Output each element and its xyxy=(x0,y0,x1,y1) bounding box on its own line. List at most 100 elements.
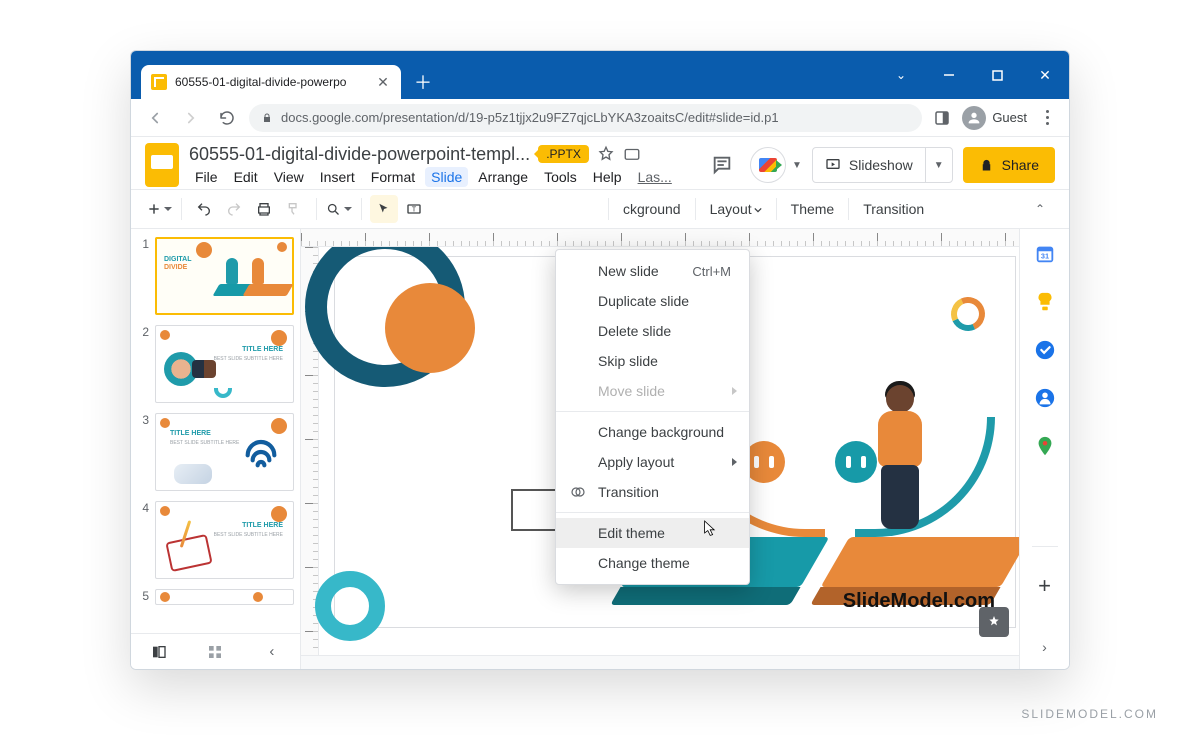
reload-button[interactable] xyxy=(213,104,241,132)
slide-context-menu: New slideCtrl+M Duplicate slide Delete s… xyxy=(555,249,750,585)
side-rail: 31 + › xyxy=(1019,229,1069,669)
cursor-icon xyxy=(703,519,719,539)
slides-logo[interactable] xyxy=(145,143,179,187)
comments-button[interactable] xyxy=(704,147,740,183)
addons-button[interactable]: + xyxy=(1038,573,1051,599)
side-rail-collapse[interactable]: › xyxy=(1042,639,1047,655)
menu-arrange[interactable]: Arrange xyxy=(472,167,534,187)
document-title[interactable]: 60555-01-digital-divide-powerpoint-templ… xyxy=(189,144,530,165)
window-maximize-button[interactable] xyxy=(973,51,1021,99)
menu-move-slide: Move slide xyxy=(556,376,749,406)
menu-edit-theme[interactable]: Edit theme xyxy=(556,518,749,548)
menu-help[interactable]: Help xyxy=(587,167,628,187)
slide-thumb-2[interactable]: 2 TITLE HERE BEST SLIDE SUBTITLE HERE xyxy=(137,325,294,403)
share-button[interactable]: Share xyxy=(963,147,1055,183)
avatar-icon xyxy=(962,106,986,130)
move-icon[interactable] xyxy=(623,145,641,163)
calendar-icon[interactable]: 31 xyxy=(1034,243,1056,265)
window-minimize-button[interactable] xyxy=(925,51,973,99)
toolbar-background[interactable]: ckground xyxy=(617,201,687,217)
new-tab-button[interactable]: ＋ xyxy=(409,68,437,96)
url-text: docs.google.com/presentation/d/19-p5z1tj… xyxy=(281,110,779,125)
textbox-tool[interactable]: T xyxy=(400,195,428,223)
star-icon[interactable] xyxy=(597,145,615,163)
contacts-icon[interactable] xyxy=(1034,387,1056,409)
menu-view[interactable]: View xyxy=(268,167,310,187)
profile-button[interactable]: Guest xyxy=(962,106,1027,130)
menu-insert[interactable]: Insert xyxy=(314,167,361,187)
tasks-icon[interactable] xyxy=(1034,339,1056,361)
menu-edit[interactable]: Edit xyxy=(228,167,264,187)
forward-button[interactable] xyxy=(177,104,205,132)
menu-transition[interactable]: Transition xyxy=(556,477,749,507)
tab-title: 60555-01-digital-divide-powerpo xyxy=(175,75,346,89)
lock-icon xyxy=(261,112,273,124)
thumbnail-panel: 1 DIGITAL DIVIDE xyxy=(131,229,301,669)
select-tool[interactable] xyxy=(370,195,398,223)
slide-thumb-4[interactable]: 4 TITLE HERE BEST SLIDE SUBTITLE HERE xyxy=(137,501,294,579)
new-slide-tool[interactable] xyxy=(145,195,173,223)
explore-button[interactable] xyxy=(979,607,1009,637)
menu-skip-slide[interactable]: Skip slide xyxy=(556,346,749,376)
print-tool[interactable] xyxy=(250,195,278,223)
redo-tool[interactable] xyxy=(220,195,248,223)
menubar: File Edit View Insert Format Slide Arran… xyxy=(189,167,694,187)
menu-last-edit[interactable]: Las... xyxy=(632,167,678,187)
tab-search-button[interactable]: ⌄ xyxy=(877,51,925,99)
meet-caret-icon[interactable]: ▼ xyxy=(792,160,802,171)
maps-icon[interactable] xyxy=(1034,435,1056,457)
slideshow-button[interactable]: Slideshow ▼ xyxy=(812,147,953,183)
present-icon xyxy=(825,157,841,173)
browser-window: 60555-01-digital-divide-powerpo ✕ ＋ ⌄ ✕ … xyxy=(130,50,1070,670)
chrome-menu-button[interactable] xyxy=(1035,106,1059,130)
thumbnail-footer: ‹ xyxy=(131,633,300,669)
slides-favicon xyxy=(151,74,167,90)
toolbar-theme[interactable]: Theme xyxy=(785,201,841,217)
url-field[interactable]: docs.google.com/presentation/d/19-p5z1tj… xyxy=(249,104,922,132)
undo-tool[interactable] xyxy=(190,195,218,223)
paint-format-tool[interactable] xyxy=(280,195,308,223)
menu-delete-slide[interactable]: Delete slide xyxy=(556,316,749,346)
app-header: 60555-01-digital-divide-powerpoint-templ… xyxy=(131,137,1069,189)
svg-text:T: T xyxy=(412,205,417,214)
menu-change-theme[interactable]: Change theme xyxy=(556,548,749,578)
menu-apply-layout[interactable]: Apply layout xyxy=(556,447,749,477)
meet-button[interactable] xyxy=(750,147,786,183)
menu-duplicate-slide[interactable]: Duplicate slide xyxy=(556,286,749,316)
share-label: Share xyxy=(1002,157,1039,173)
grid-view-button[interactable] xyxy=(200,637,230,667)
reading-list-button[interactable] xyxy=(930,106,954,130)
address-bar: docs.google.com/presentation/d/19-p5z1tj… xyxy=(131,99,1069,137)
guest-label: Guest xyxy=(992,110,1027,125)
slide-thumb-5[interactable]: 5 xyxy=(137,589,294,605)
horizontal-scrollbar[interactable] xyxy=(301,655,1019,669)
slide-thumb-3[interactable]: 3 TITLE HERE BEST SLIDE SUBTITLE HERE xyxy=(137,413,294,491)
sidebar-collapse-button[interactable]: ‹ xyxy=(257,637,287,667)
transition-icon xyxy=(570,484,586,500)
filmstrip-view-button[interactable] xyxy=(144,637,174,667)
menu-file[interactable]: File xyxy=(189,167,224,187)
slideshow-caret[interactable]: ▼ xyxy=(925,148,952,182)
menu-tools[interactable]: Tools xyxy=(538,167,583,187)
tab-close-button[interactable]: ✕ xyxy=(375,74,391,90)
page-watermark: SLIDEMODEL.COM xyxy=(1021,707,1158,721)
menu-change-background[interactable]: Change background xyxy=(556,417,749,447)
zoom-tool[interactable] xyxy=(325,195,353,223)
menu-new-slide[interactable]: New slideCtrl+M xyxy=(556,256,749,286)
toolbar-collapse[interactable]: ⌃ xyxy=(1025,194,1055,224)
slide-watermark: SlideModel.com xyxy=(843,590,995,613)
lock-icon xyxy=(979,158,994,173)
menu-slide[interactable]: Slide xyxy=(425,167,468,187)
svg-text:31: 31 xyxy=(1040,252,1048,261)
browser-tab[interactable]: 60555-01-digital-divide-powerpo ✕ xyxy=(141,65,401,99)
slide-thumb-1[interactable]: 1 DIGITAL DIVIDE xyxy=(137,237,294,315)
slideshow-label: Slideshow xyxy=(849,157,913,173)
toolbar-layout[interactable]: Layout xyxy=(704,201,768,217)
back-button[interactable] xyxy=(141,104,169,132)
meet-icon xyxy=(759,158,777,172)
menu-format[interactable]: Format xyxy=(365,167,421,187)
toolbar-transition[interactable]: Transition xyxy=(857,201,930,217)
keep-icon[interactable] xyxy=(1034,291,1056,313)
ruler-horizontal xyxy=(301,229,1019,247)
window-close-button[interactable]: ✕ xyxy=(1021,51,1069,99)
